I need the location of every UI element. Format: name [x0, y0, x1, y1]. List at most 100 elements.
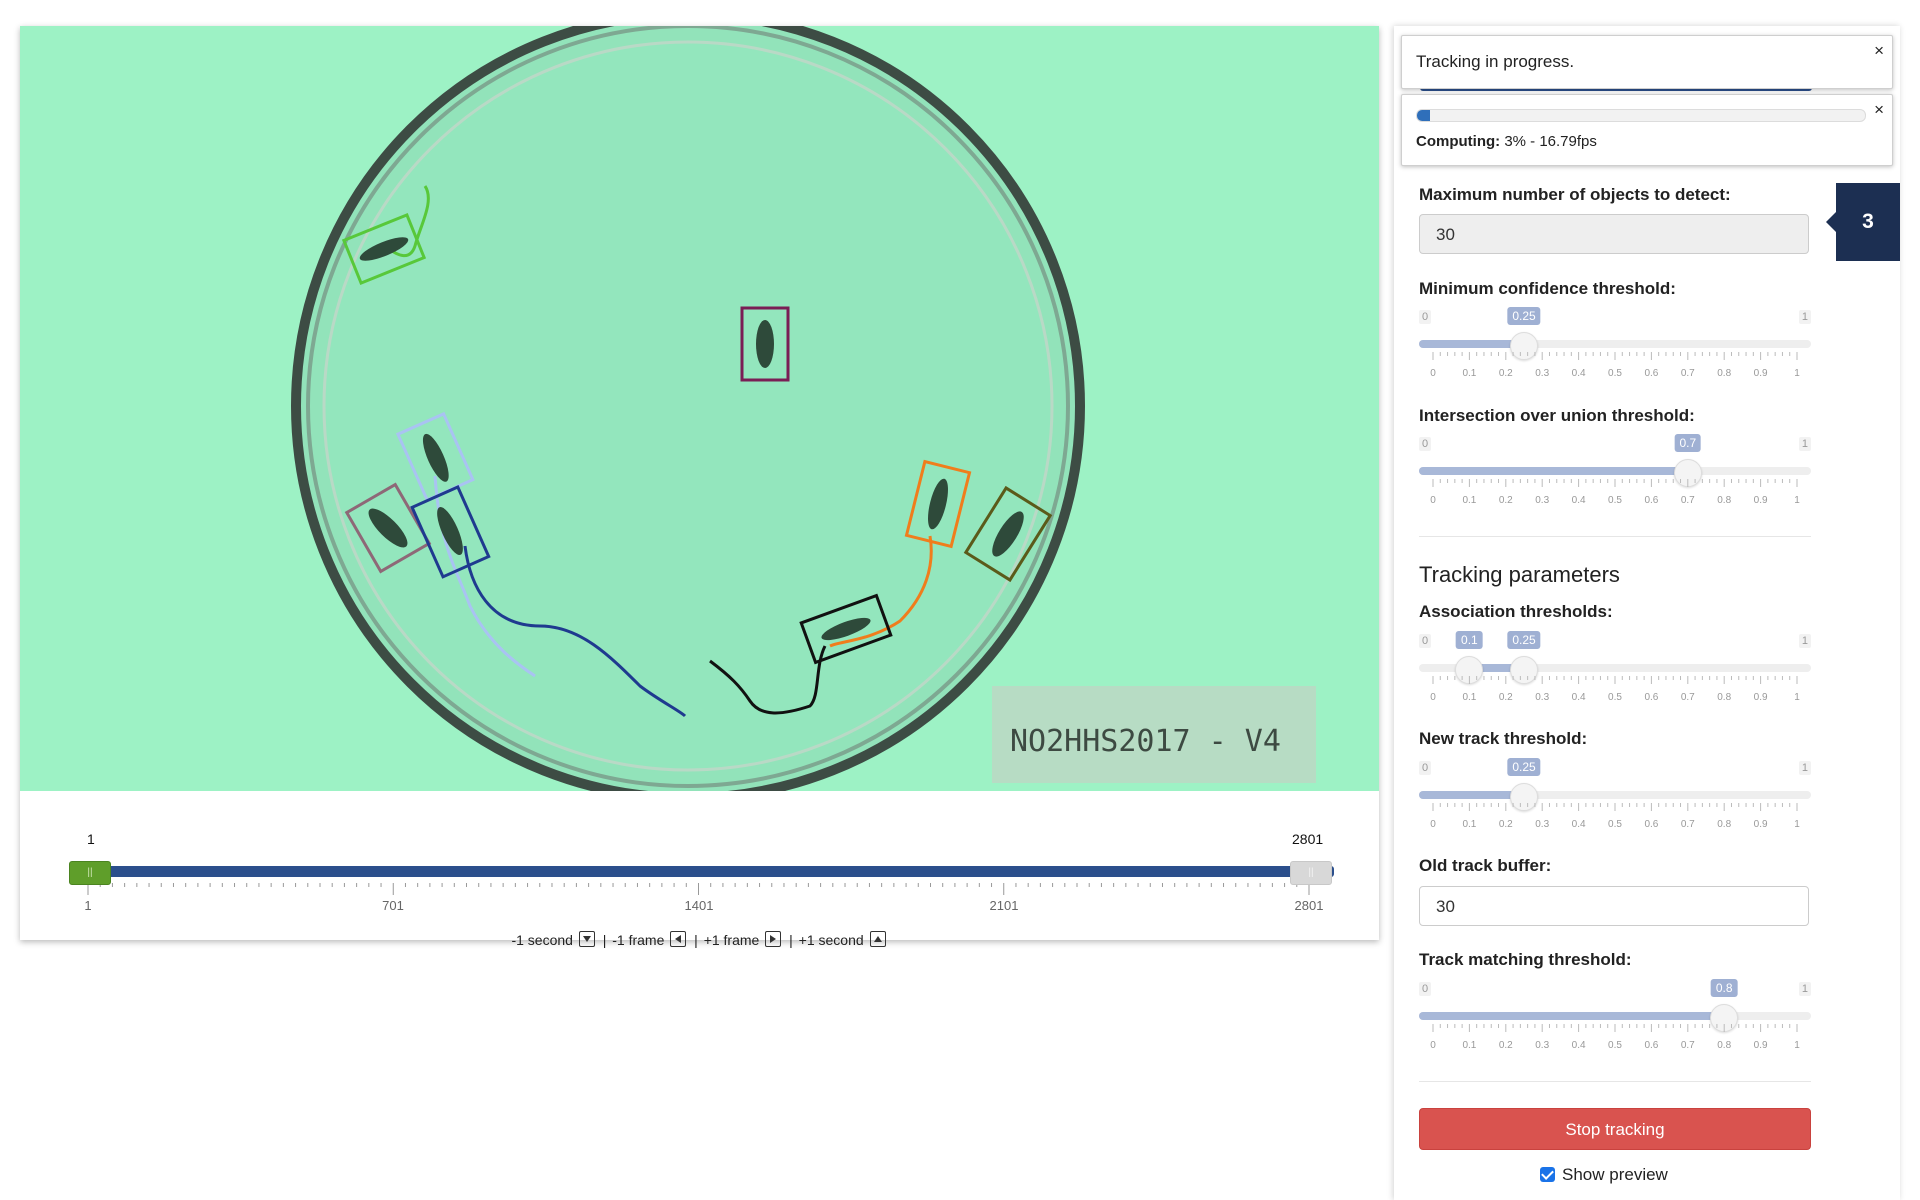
association-high-value: 0.25	[1507, 631, 1541, 649]
arrow-up-icon[interactable]	[869, 931, 886, 947]
iou-slider[interactable]: 0 1 0.7 0 0.1 0.2 0.3 0.4 0.5 0.6 0.7 0.8 0.9 1	[1419, 434, 1811, 507]
slider-tick-label: 0.7	[1680, 692, 1695, 703]
slider-tick-label: 0	[1430, 1040, 1436, 1051]
close-icon[interactable]: ×	[1874, 41, 1884, 61]
old-track-buffer-label: Old track buffer:	[1419, 856, 1552, 875]
tracking-parameters-title: Tracking parameters	[1419, 562, 1620, 587]
slider-tick-label: 0.5	[1608, 368, 1622, 379]
slider-tick-label: 0.4	[1571, 819, 1586, 830]
min-confidence-value: 0.25	[1507, 307, 1541, 325]
slider-tick-label: 0.8	[1717, 692, 1732, 703]
frame-tick-label: 2801	[1294, 898, 1324, 913]
association-low-value: 0.1	[1456, 631, 1483, 649]
video-panel: NO2HHS2017 - V4 1 2801 || || 1 701 1401 …	[20, 26, 1379, 948]
frame-tick-label: 1	[84, 898, 92, 913]
minus-frame-label: -1 frame	[612, 932, 665, 948]
stop-tracking-button[interactable]: Stop tracking	[1419, 1108, 1811, 1150]
slider-tick-label: 0.7	[1680, 368, 1695, 379]
max-objects-input[interactable]: 30	[1419, 214, 1809, 254]
slider-tick-label: 0.3	[1535, 1040, 1550, 1051]
insect-icon	[756, 320, 774, 368]
slider-ticks	[1432, 676, 1798, 684]
frame-tick-label: 701	[382, 898, 404, 913]
slider-tick-label: 0	[1430, 495, 1436, 506]
slider-tick-label: 0.4	[1571, 1040, 1586, 1051]
slider-tick-label: 0.9	[1753, 495, 1768, 506]
slider-tick-label: 0.6	[1644, 495, 1659, 506]
new-track-slider[interactable]: 0 1 0.25 0 0.1 0.2 0.3 0.4 0.5 0.6 0.7 0.8 0.9 1	[1419, 758, 1811, 831]
slider-tick-label: 0.3	[1535, 368, 1550, 379]
slider-ticks	[1432, 1024, 1798, 1032]
association-slider[interactable]: 0 1 0.1 0.25 0 0.1 0.2 0.3 0.4 0.5 0.6 0.7 0.8 0.…	[1419, 631, 1811, 704]
slider-tick-label: 0.2	[1498, 1040, 1513, 1051]
slider-tick-label: 0.2	[1498, 692, 1513, 703]
frame-navigation: -1 second | -1 frame | +1 frame | +1 sec…	[20, 931, 1379, 948]
minus-second-label: -1 second	[511, 932, 573, 948]
slider-ticks	[1432, 803, 1798, 811]
step-badge: 3	[1836, 183, 1900, 261]
slider-fill	[1419, 340, 1524, 348]
slider-tick-label: 0	[1430, 368, 1436, 379]
slider-tick-label: 0.5	[1608, 1040, 1622, 1051]
slider-tick-label: 0.2	[1498, 819, 1513, 830]
video-preview: NO2HHS2017 - V4	[20, 26, 1379, 791]
slider-tick-label: 0.6	[1644, 1040, 1659, 1051]
petri-dish-floor	[322, 40, 1054, 772]
frame-range-slider[interactable]: 1 2801 || || 1 701 1401 2101 2801 -1 sec…	[20, 791, 1379, 948]
show-preview-toggle[interactable]: Show preview	[1540, 1165, 1668, 1185]
slider-fill	[1419, 791, 1524, 799]
max-objects-label: Maximum number of objects to detect:	[1419, 185, 1731, 204]
computing-notification: × Computing: 3% - 16.79fps	[1401, 94, 1893, 166]
slider-tick-label: 0.1	[1462, 692, 1477, 703]
slider-tick-label: 0.1	[1462, 368, 1477, 379]
iou-label: Intersection over union threshold:	[1419, 406, 1695, 425]
frame-end-handle[interactable]: ||	[1290, 861, 1332, 885]
slider-tick-label: 0.7	[1680, 1040, 1695, 1051]
tracking-message: Tracking in progress.	[1416, 52, 1575, 71]
plus-second-label: +1 second	[798, 932, 864, 948]
slider-tick-label: 0.3	[1535, 819, 1550, 830]
checkbox-checked-icon[interactable]	[1540, 1167, 1555, 1182]
slider-tick-label: 0.7	[1680, 495, 1695, 506]
slider-tick-label: 0.8	[1717, 495, 1732, 506]
slider-tick-label: 0.9	[1753, 819, 1768, 830]
frame-start-handle[interactable]: ||	[69, 861, 111, 885]
section-divider	[1419, 1081, 1811, 1082]
slider-tick-label: 0.6	[1644, 819, 1659, 830]
slider-ticks	[1432, 352, 1798, 360]
slider-tick-label: 1	[1794, 495, 1800, 506]
close-icon[interactable]: ×	[1874, 100, 1884, 120]
slider-tick-label: 0.3	[1535, 692, 1550, 703]
tracking-notification: Tracking in progress. ×	[1401, 35, 1893, 89]
slider-tick-label: 0.1	[1462, 819, 1477, 830]
min-confidence-slider[interactable]: 0 1 0.25 0 0.1 0.2 0.3 0.4 0.5 0.6 0.7 0.8 0.9 1	[1419, 307, 1811, 380]
slider-tick-label: 1	[1794, 1040, 1800, 1051]
arrow-left-icon[interactable]	[670, 931, 687, 947]
slider-tick-label: 1	[1794, 819, 1800, 830]
track-matching-slider[interactable]: 0 1 0.8 0 0.1 0.2 0.3 0.4 0.5 0.6 0.7 0.8 0.9 1	[1419, 979, 1811, 1052]
slider-tick-label: 0.4	[1571, 368, 1586, 379]
arrow-right-icon[interactable]	[765, 931, 782, 947]
video-canvas: NO2HHS2017 - V4	[291, 26, 1316, 791]
slider-tick-label: 0.9	[1753, 368, 1768, 379]
slider-tick-label: 0.5	[1608, 495, 1622, 506]
video-label-text: NO2HHS2017 - V4	[1010, 724, 1281, 759]
slider-tick-label: 0.2	[1498, 495, 1513, 506]
show-preview-label: Show preview	[1562, 1165, 1668, 1184]
slider-tick-label: 0.4	[1571, 495, 1586, 506]
frame-tick-label: 2101	[989, 898, 1019, 913]
slider-tick-label: 0	[1430, 819, 1436, 830]
slider-tick-label: 0.4	[1571, 692, 1586, 703]
step-badge-pointer	[1826, 212, 1836, 232]
old-track-buffer-input[interactable]: 30	[1419, 886, 1809, 926]
iou-value: 0.7	[1674, 434, 1702, 452]
slider-tick-label: 0.9	[1753, 1040, 1768, 1051]
slider-tick-label: 0	[1430, 692, 1436, 703]
slider-tick-label: 1	[1794, 368, 1800, 379]
slider-tick-label: 0.3	[1535, 495, 1550, 506]
association-label: Association thresholds:	[1419, 602, 1613, 621]
slider-tick-label: 1	[1794, 692, 1800, 703]
plus-frame-label: +1 frame	[703, 932, 760, 948]
arrow-down-icon[interactable]	[578, 931, 595, 947]
slider-tick-label: 0.9	[1753, 692, 1768, 703]
